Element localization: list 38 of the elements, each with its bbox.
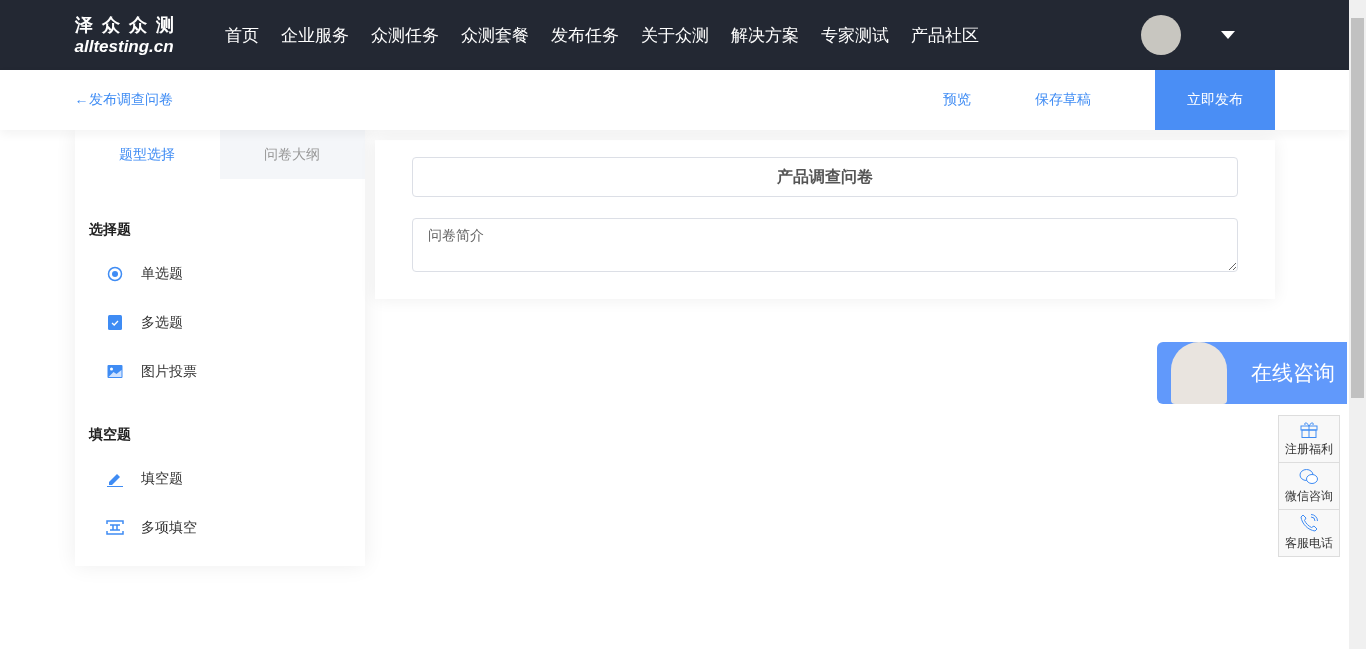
caret-icon[interactable] <box>1220 31 1235 39</box>
question-type-item[interactable]: 单选题 <box>140 264 183 283</box>
phone-icon <box>1300 514 1318 532</box>
avatar-photo-placeholder[interactable] <box>1140 15 1181 55</box>
question-type-item[interactable]: 填空题 <box>140 469 183 488</box>
side-service-button[interactable]: 注册福利 <box>1278 415 1340 463</box>
logo-domain[interactable]: alltesting.cn <box>74 37 225 55</box>
group-heading: 填空题 <box>88 426 132 444</box>
nav-link[interactable]: 产品社区 <box>910 23 979 47</box>
toolbar-link[interactable]: 预览 <box>942 91 971 109</box>
title-field[interactable]: 产品调查问卷 <box>411 157 1238 197</box>
image-icon[interactable] <box>105 365 124 378</box>
side-service-button[interactable]: 客服电话 <box>1278 509 1340 557</box>
nav-link[interactable]: 众测套餐 <box>460 23 529 47</box>
nav-link[interactable]: 解决方案 <box>730 23 799 47</box>
checkbox-icon[interactable] <box>105 315 124 330</box>
nav-link[interactable]: 企业服务 <box>280 23 349 47</box>
gift-icon <box>1300 420 1318 438</box>
back-link[interactable]: ←发布调查问卷 <box>74 91 943 109</box>
intro-field[interactable]: 问卷简介 <box>411 218 1238 272</box>
nav-link[interactable]: 专家测试 <box>820 23 889 47</box>
chat-bubbles-icon <box>1299 467 1319 485</box>
logo-text[interactable]: 泽 众 众 测 <box>74 15 225 34</box>
side-service-button[interactable]: 微信咨询 <box>1278 462 1340 510</box>
nav-link[interactable]: 首页 <box>224 23 259 47</box>
scrollbar[interactable] <box>1349 0 1366 649</box>
nav-link[interactable]: 关于众测 <box>640 23 709 47</box>
nav-link[interactable]: 发布任务 <box>550 23 619 47</box>
sidebar-tab[interactable]: 题型选择 <box>74 130 220 179</box>
group-heading: 选择题 <box>88 221 132 239</box>
fill-blank-icon[interactable] <box>105 520 124 535</box>
question-type-item[interactable]: 多选题 <box>140 313 183 332</box>
toolbar-link[interactable]: 保存草稿 <box>1034 91 1091 109</box>
agent-photo-placeholder <box>1171 342 1227 404</box>
radio-icon[interactable] <box>105 265 124 282</box>
question-type-item[interactable]: 图片投票 <box>140 362 197 381</box>
nav-link[interactable]: 众测任务 <box>370 23 439 47</box>
question-type-item[interactable]: 多项填空 <box>140 518 197 537</box>
